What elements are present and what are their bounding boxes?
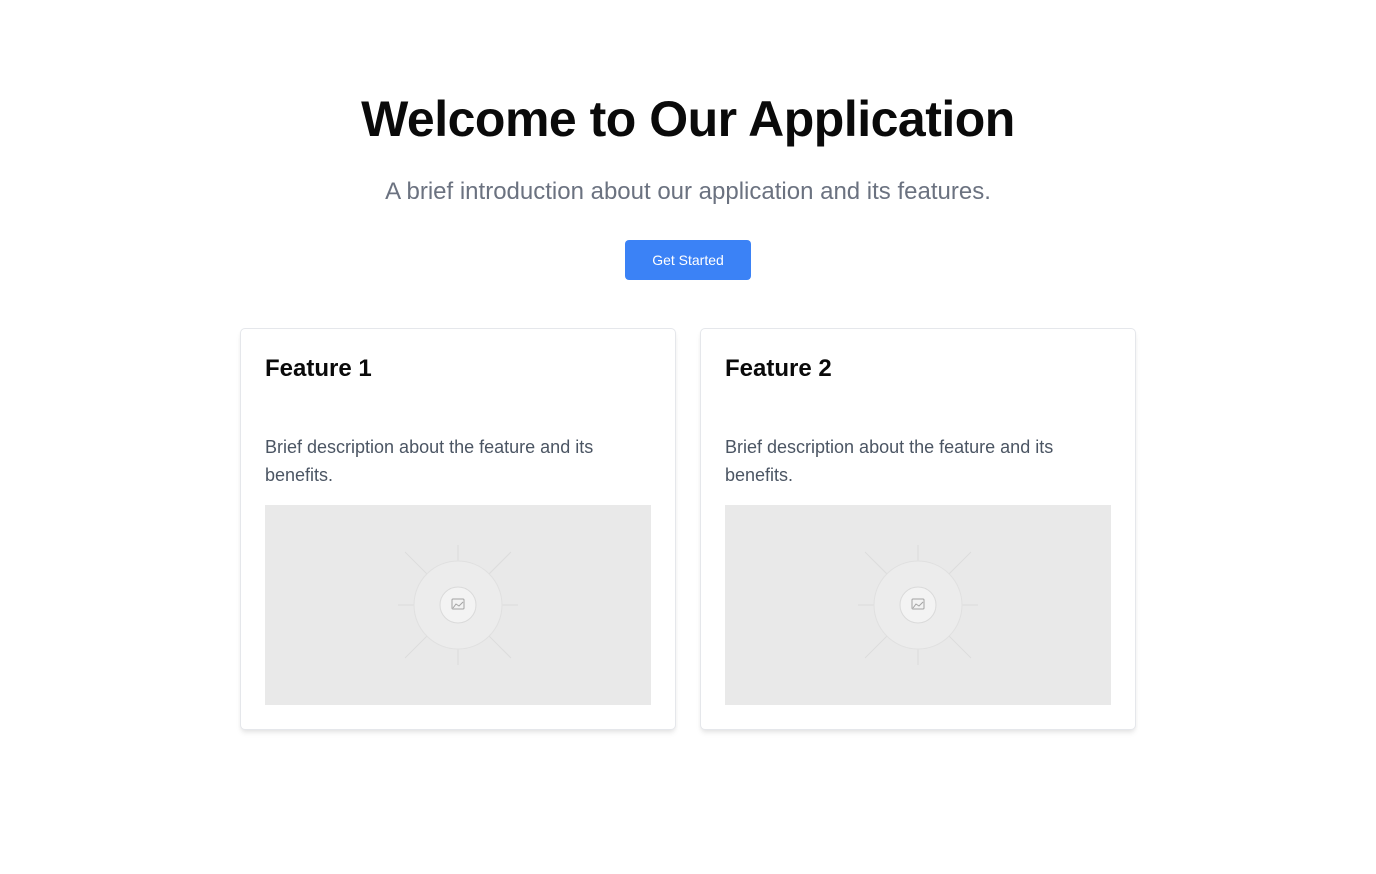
image-placeholder-icon bbox=[858, 545, 978, 665]
feature-image bbox=[725, 505, 1111, 705]
feature-card-1: Feature 1 Brief description about the fe… bbox=[240, 328, 676, 730]
feature-title: Feature 1 bbox=[265, 355, 372, 382]
image-placeholder-icon bbox=[398, 545, 518, 665]
feature-image bbox=[265, 505, 651, 705]
feature-description: Brief description about the feature and … bbox=[725, 437, 1054, 485]
landing-page: Welcome to Our Application A brief intro… bbox=[0, 0, 1376, 874]
page-title: Welcome to Our Application bbox=[361, 91, 1015, 147]
feature-description: Brief description about the feature and … bbox=[265, 437, 594, 485]
feature-title: Feature 2 bbox=[725, 355, 832, 382]
page-subtitle: A brief introduction about our applicati… bbox=[385, 178, 991, 205]
feature-card-2: Feature 2 Brief description about the fe… bbox=[700, 328, 1136, 730]
get-started-button[interactable]: Get Started bbox=[625, 240, 751, 280]
